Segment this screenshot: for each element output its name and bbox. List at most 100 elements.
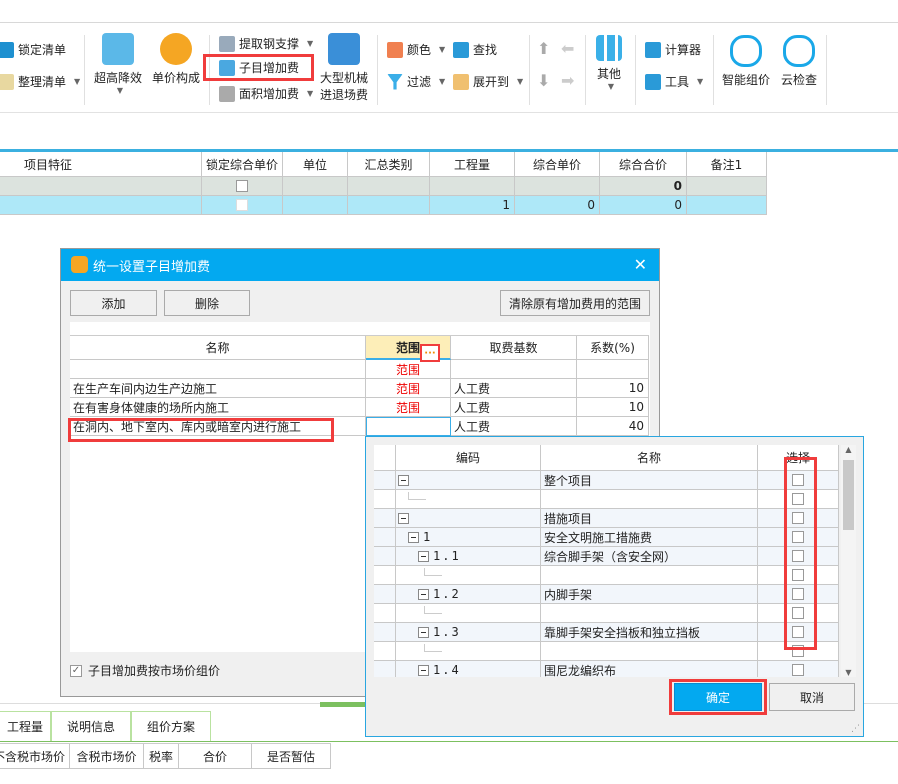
name-cell: 靠脚手架安全挡板和独立挡板 xyxy=(541,623,758,642)
column-header[interactable]: 系数(%) xyxy=(577,336,649,360)
table-row[interactable]: 0 xyxy=(0,177,767,196)
fee-table-header: 名称 范围 取费基数 系数(%) xyxy=(70,335,649,360)
range-cell[interactable]: 范围 xyxy=(366,379,451,398)
column-header[interactable]: 取费基数 xyxy=(451,336,577,360)
fee-base-cell[interactable]: 人工费 xyxy=(451,417,577,436)
tree-row[interactable]: 1.2 内脚手架 xyxy=(374,585,839,604)
tree-row[interactable] xyxy=(374,604,839,623)
tree-icon xyxy=(453,73,469,90)
unit-price-button[interactable]: 单价构成 xyxy=(152,33,200,86)
super-high-button[interactable]: 超高降效 ▼ xyxy=(94,33,142,95)
collapse-icon[interactable] xyxy=(398,474,409,486)
column-header[interactable]: 编码 xyxy=(396,445,541,471)
calculator-button[interactable]: 计算器 xyxy=(645,41,701,58)
close-icon[interactable]: ✕ xyxy=(634,255,647,274)
filter-button[interactable]: 过滤 ▼ xyxy=(387,73,445,90)
tree-row[interactable]: 措施项目 xyxy=(374,509,839,528)
tree-row[interactable] xyxy=(374,566,839,585)
find-button[interactable]: 查找 xyxy=(453,41,497,58)
tab-pricing-plan[interactable]: 组价方案 xyxy=(131,711,211,741)
scrollbar-thumb[interactable] xyxy=(843,460,854,530)
collapse-icon[interactable] xyxy=(418,664,429,676)
fee-name-cell: 在有害身体健康的场所内施工 xyxy=(70,398,366,417)
area-fee-button[interactable]: 面积增加费 ▼ xyxy=(219,85,313,102)
lock-price-checkbox[interactable] xyxy=(236,180,248,192)
separator xyxy=(377,35,378,105)
column-header[interactable]: 名称 xyxy=(541,445,758,471)
cancel-button[interactable]: 取消 xyxy=(769,683,855,711)
lock-list-button[interactable]: 锁定清单 xyxy=(0,41,66,58)
fee-row[interactable]: 范围 xyxy=(70,360,649,379)
range-cell[interactable]: 范围 xyxy=(366,398,451,417)
column-header[interactable]: 备注1 xyxy=(687,152,767,177)
coefficient-cell[interactable]: 10 xyxy=(577,398,649,417)
column-header[interactable]: 名称 xyxy=(70,336,366,360)
column-header[interactable]: 锁定综合单价 xyxy=(202,152,283,177)
tools-button[interactable]: 工具 ▼ xyxy=(645,73,703,90)
collapse-icon[interactable] xyxy=(408,531,419,543)
column-header[interactable]: 不含税市场价 xyxy=(0,744,70,769)
other-button[interactable]: 其他 ▼ xyxy=(596,35,622,91)
range-cell[interactable]: 范围 xyxy=(366,360,451,379)
delete-button[interactable]: 删除 xyxy=(164,290,250,316)
splitter-handle[interactable] xyxy=(320,702,365,707)
column-header[interactable]: 综合合价 xyxy=(600,152,687,177)
checkbox-checked-icon[interactable]: ✓ xyxy=(70,664,82,677)
arrow-left-icon[interactable]: ⬅ xyxy=(561,39,574,58)
fee-row[interactable]: 在有害身体健康的场所内施工 范围 人工费 10 xyxy=(70,398,649,417)
tree-row[interactable] xyxy=(374,490,839,509)
fee-base-cell[interactable] xyxy=(451,360,577,379)
cloud-check-button[interactable]: 云检查 xyxy=(781,35,817,88)
collapse-icon[interactable] xyxy=(418,626,429,638)
table-row-selected[interactable]: 1 0 0 xyxy=(0,196,767,215)
select-checkbox[interactable] xyxy=(792,664,804,676)
tree-row[interactable]: 1 安全文明施工措施费 xyxy=(374,528,839,547)
coefficient-cell[interactable] xyxy=(577,360,649,379)
fee-base-cell[interactable]: 人工费 xyxy=(451,398,577,417)
column-header[interactable]: 含税市场价 xyxy=(70,744,144,769)
collapse-icon[interactable] xyxy=(398,512,409,524)
name-cell: 措施项目 xyxy=(541,509,758,528)
fee-row[interactable]: 在生产车间内边生产边施工 范围 人工费 10 xyxy=(70,379,649,398)
tree-row[interactable]: 1.1 综合脚手架（含安全网） xyxy=(374,547,839,566)
tree-row[interactable]: 1.4 围尼龙编织布 xyxy=(374,661,839,677)
arrow-up-icon[interactable]: ⬆ xyxy=(537,39,550,58)
tree-row[interactable] xyxy=(374,642,839,661)
organize-list-button[interactable]: 整理清单 ▼ xyxy=(0,73,80,90)
coefficient-cell[interactable]: 10 xyxy=(577,379,649,398)
scroll-up-icon[interactable]: ▲ xyxy=(841,445,856,460)
lock-price-checkbox[interactable] xyxy=(236,199,248,211)
column-header[interactable]: 综合单价 xyxy=(515,152,600,177)
machinery-button[interactable]: 大型机械 进退场费 xyxy=(320,33,368,103)
resize-grip-icon[interactable]: ⋰ xyxy=(851,724,860,734)
ellipsis-button[interactable]: ··· xyxy=(420,344,440,362)
fee-base-cell[interactable]: 人工费 xyxy=(451,379,577,398)
column-header[interactable]: 是否暂估 xyxy=(252,744,331,769)
coefficient-cell[interactable]: 40 xyxy=(577,417,649,436)
tree-row[interactable]: 1.3 靠脚手架安全挡板和独立挡板 xyxy=(374,623,839,642)
tree-row[interactable]: 整个项目 xyxy=(374,471,839,490)
scrollbar[interactable]: ▲ ▼ xyxy=(841,445,856,677)
expand-to-button[interactable]: 展开到 ▼ xyxy=(453,73,523,90)
arrow-down-icon[interactable]: ⬇ xyxy=(537,71,550,90)
scroll-down-icon[interactable]: ▼ xyxy=(841,668,856,677)
column-header[interactable]: 税率 xyxy=(144,744,179,769)
tab-quantity[interactable]: 工程量 xyxy=(0,711,51,741)
column-header[interactable]: 单位 xyxy=(283,152,348,177)
market-price-option[interactable]: ✓ 子目增加费按市场价组价 xyxy=(70,662,220,679)
column-header[interactable]: 工程量 xyxy=(430,152,515,177)
color-button[interactable]: 颜色 ▼ xyxy=(387,41,445,58)
column-header[interactable]: 合价 xyxy=(179,744,252,769)
extract-steel-button[interactable]: 提取钢支撑 ▼ xyxy=(219,35,313,52)
collapse-icon[interactable] xyxy=(418,588,429,600)
column-header[interactable]: 汇总类别 xyxy=(348,152,430,177)
column-header[interactable]: 项目特征 xyxy=(0,152,202,177)
smart-price-button[interactable]: 智能组价 xyxy=(722,35,770,88)
clear-range-button[interactable]: 清除原有增加费用的范围 xyxy=(500,290,650,316)
tab-description[interactable]: 说明信息 xyxy=(51,711,131,741)
range-cell[interactable] xyxy=(366,417,451,436)
arrow-right-icon[interactable]: ➡ xyxy=(561,71,574,90)
add-button[interactable]: 添加 xyxy=(70,290,157,316)
code-text: 1.3 xyxy=(433,625,461,639)
collapse-icon[interactable] xyxy=(418,550,429,562)
